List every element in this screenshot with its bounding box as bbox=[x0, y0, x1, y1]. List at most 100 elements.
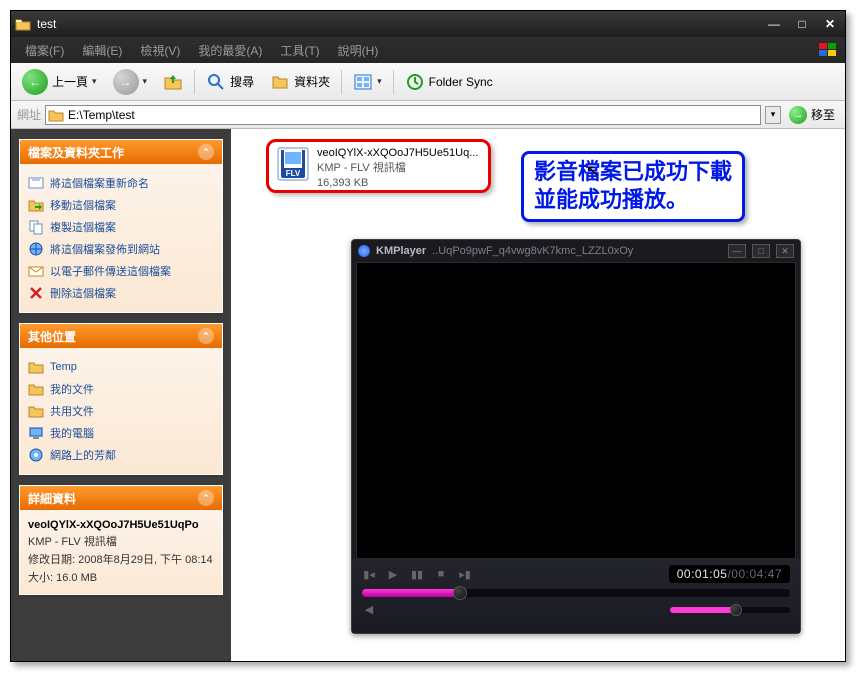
forward-button[interactable]: → ▾ bbox=[108, 66, 153, 98]
detail-filename: veoIQYlX-xXQOoJ7H5Ue51UqPo bbox=[28, 518, 214, 532]
task-move[interactable]: 移動這個檔案 bbox=[28, 194, 214, 216]
file-name: veoIQYlX-xXQOoJ7H5Ue51Uq... bbox=[317, 146, 478, 161]
minimize-button[interactable]: — bbox=[763, 15, 785, 33]
task-email[interactable]: 以電子郵件傳送這個檔案 bbox=[28, 260, 214, 282]
task-delete[interactable]: 刪除這個檔案 bbox=[28, 282, 214, 304]
search-icon bbox=[206, 72, 226, 92]
volume-bar[interactable] bbox=[670, 607, 790, 613]
kmplayer-controls: ▮◂ ▶ ▮▮ ■ ▸▮ 00:01:05/00:04:47 ◀ bbox=[352, 559, 800, 633]
file-list-area[interactable]: FLV veoIQYlX-xXQOoJ7H5Ue51Uq... KMP - FL… bbox=[231, 129, 845, 661]
address-box[interactable] bbox=[45, 105, 761, 125]
mute-button[interactable]: ◀ bbox=[362, 603, 376, 616]
globe-icon bbox=[28, 241, 44, 257]
folders-button[interactable]: 資料夾 bbox=[265, 69, 335, 95]
task-rename[interactable]: 將這個檔案重新命名 bbox=[28, 172, 214, 194]
kmplayer-maximize-button[interactable]: □ bbox=[752, 244, 770, 258]
mail-icon bbox=[28, 263, 44, 279]
menu-favorites[interactable]: 我的最愛(A) bbox=[190, 40, 270, 61]
search-button[interactable]: 搜尋 bbox=[201, 69, 259, 95]
file-item[interactable]: FLV veoIQYlX-xXQOoJ7H5Ue51Uq... KMP - FL… bbox=[266, 139, 491, 193]
pause-button[interactable]: ▮▮ bbox=[410, 568, 424, 581]
panel-file-tasks: 檔案及資料夾工作 ⌃ 將這個檔案重新命名 移動這個檔案 複製這個檔案 將這個檔案… bbox=[19, 139, 223, 313]
folders-icon bbox=[270, 72, 290, 92]
panel-title: 詳細資料 bbox=[28, 490, 76, 507]
detail-modified: 修改日期: 2008年8月29日, 下午 08:14 bbox=[28, 550, 214, 568]
folder-sync-label: Folder Sync bbox=[429, 75, 493, 89]
folder-icon bbox=[48, 107, 64, 123]
views-button[interactable]: ▾ bbox=[348, 69, 387, 95]
explorer-window: test — □ ✕ 檔案(F) 編輯(E) 檢視(V) 我的最愛(A) 工具(… bbox=[10, 10, 846, 662]
menu-edit[interactable]: 編輯(E) bbox=[74, 40, 130, 61]
menu-view[interactable]: 檢視(V) bbox=[132, 40, 188, 61]
kmplayer-minimize-button[interactable]: — bbox=[728, 244, 746, 258]
chevron-down-icon: ▾ bbox=[377, 76, 382, 87]
time-display: 00:01:05/00:04:47 bbox=[669, 565, 790, 583]
task-publish[interactable]: 將這個檔案發佈到網站 bbox=[28, 238, 214, 260]
kmplayer-logo-icon bbox=[358, 245, 370, 257]
file-type: KMP - FLV 視訊檔 bbox=[317, 161, 478, 176]
kmplayer-filename: ..UqPo9pwF_q4vwg8vK7kmc_LZZL0xOy bbox=[432, 245, 722, 257]
panel-title: 檔案及資料夾工作 bbox=[28, 144, 124, 161]
play-button[interactable]: ▶ bbox=[386, 568, 400, 581]
place-computer[interactable]: 我的電腦 bbox=[28, 422, 214, 444]
address-input[interactable] bbox=[68, 108, 758, 122]
window-title: test bbox=[37, 17, 56, 31]
place-network[interactable]: 網路上的芳鄰 bbox=[28, 444, 214, 466]
kmplayer-video-area[interactable] bbox=[356, 262, 796, 559]
sidebar: 檔案及資料夾工作 ⌃ 將這個檔案重新命名 移動這個檔案 複製這個檔案 將這個檔案… bbox=[11, 129, 231, 661]
kmplayer-close-button[interactable]: ✕ bbox=[776, 244, 794, 258]
panel-header[interactable]: 其他位置 ⌃ bbox=[20, 324, 222, 348]
volume-thumb[interactable] bbox=[730, 604, 742, 616]
close-button[interactable]: ✕ bbox=[819, 15, 841, 33]
chevron-down-icon: ▾ bbox=[92, 76, 97, 87]
go-button[interactable]: → 移至 bbox=[785, 104, 839, 126]
next-button[interactable]: ▸▮ bbox=[458, 568, 472, 581]
chevron-up-icon[interactable]: ⌃ bbox=[198, 144, 214, 160]
network-icon bbox=[28, 447, 44, 463]
address-label: 網址 bbox=[17, 106, 41, 123]
panel-other-places: 其他位置 ⌃ Temp 我的文件 共用文件 我的電腦 網路上的芳鄰 bbox=[19, 323, 223, 475]
panel-body: Temp 我的文件 共用文件 我的電腦 網路上的芳鄰 bbox=[20, 348, 222, 474]
copy-icon bbox=[28, 219, 44, 235]
kmplayer-titlebar[interactable]: KMPlayer ..UqPo9pwF_q4vwg8vK7kmc_LZZL0xO… bbox=[352, 240, 800, 262]
address-dropdown-button[interactable]: ▾ bbox=[765, 106, 781, 124]
svg-text:FLV: FLV bbox=[286, 169, 301, 178]
folder-icon bbox=[28, 359, 44, 375]
toolbar: ← 上一頁 ▾ → ▾ 搜尋 資料夾 ▾ Folder Sync bbox=[11, 63, 845, 101]
stop-button[interactable]: ■ bbox=[434, 568, 448, 580]
rename-icon bbox=[28, 175, 44, 191]
flv-file-icon: FLV bbox=[275, 146, 311, 182]
prev-button[interactable]: ▮◂ bbox=[362, 568, 376, 581]
panel-body: 將這個檔案重新命名 移動這個檔案 複製這個檔案 將這個檔案發佈到網站 以電子郵件… bbox=[20, 164, 222, 312]
place-temp[interactable]: Temp bbox=[28, 356, 214, 378]
go-icon: → bbox=[789, 106, 807, 124]
panel-header[interactable]: 詳細資料 ⌃ bbox=[20, 486, 222, 510]
titlebar[interactable]: test — □ ✕ bbox=[11, 11, 845, 37]
seek-bar[interactable] bbox=[362, 589, 790, 597]
seek-fill bbox=[362, 589, 460, 597]
place-mydocs[interactable]: 我的文件 bbox=[28, 378, 214, 400]
back-button[interactable]: ← 上一頁 ▾ bbox=[17, 66, 102, 98]
menu-tools[interactable]: 工具(T) bbox=[272, 40, 327, 61]
place-shared[interactable]: 共用文件 bbox=[28, 400, 214, 422]
folder-sync-button[interactable]: Folder Sync bbox=[400, 69, 498, 95]
detail-size: 大小: 16.0 MB bbox=[28, 568, 214, 586]
seek-thumb[interactable] bbox=[453, 586, 467, 600]
panel-header[interactable]: 檔案及資料夾工作 ⌃ bbox=[20, 140, 222, 164]
search-label: 搜尋 bbox=[230, 73, 254, 90]
task-copy[interactable]: 複製這個檔案 bbox=[28, 216, 214, 238]
go-label: 移至 bbox=[811, 106, 835, 123]
back-label: 上一頁 bbox=[52, 73, 88, 90]
body-area: 檔案及資料夾工作 ⌃ 將這個檔案重新命名 移動這個檔案 複製這個檔案 將這個檔案… bbox=[11, 129, 845, 661]
up-button[interactable] bbox=[158, 69, 188, 95]
delete-icon bbox=[28, 285, 44, 301]
chevron-up-icon[interactable]: ⌃ bbox=[198, 328, 214, 344]
addressbar: 網址 ▾ → 移至 bbox=[11, 101, 845, 129]
maximize-button[interactable]: □ bbox=[791, 15, 813, 33]
menu-file[interactable]: 檔案(F) bbox=[17, 40, 72, 61]
chevron-up-icon[interactable]: ⌃ bbox=[198, 490, 214, 506]
menu-help[interactable]: 說明(H) bbox=[330, 40, 387, 61]
folder-icon bbox=[28, 381, 44, 397]
folder-icon bbox=[28, 403, 44, 419]
kmplayer-window[interactable]: KMPlayer ..UqPo9pwF_q4vwg8vK7kmc_LZZL0xO… bbox=[351, 239, 801, 634]
